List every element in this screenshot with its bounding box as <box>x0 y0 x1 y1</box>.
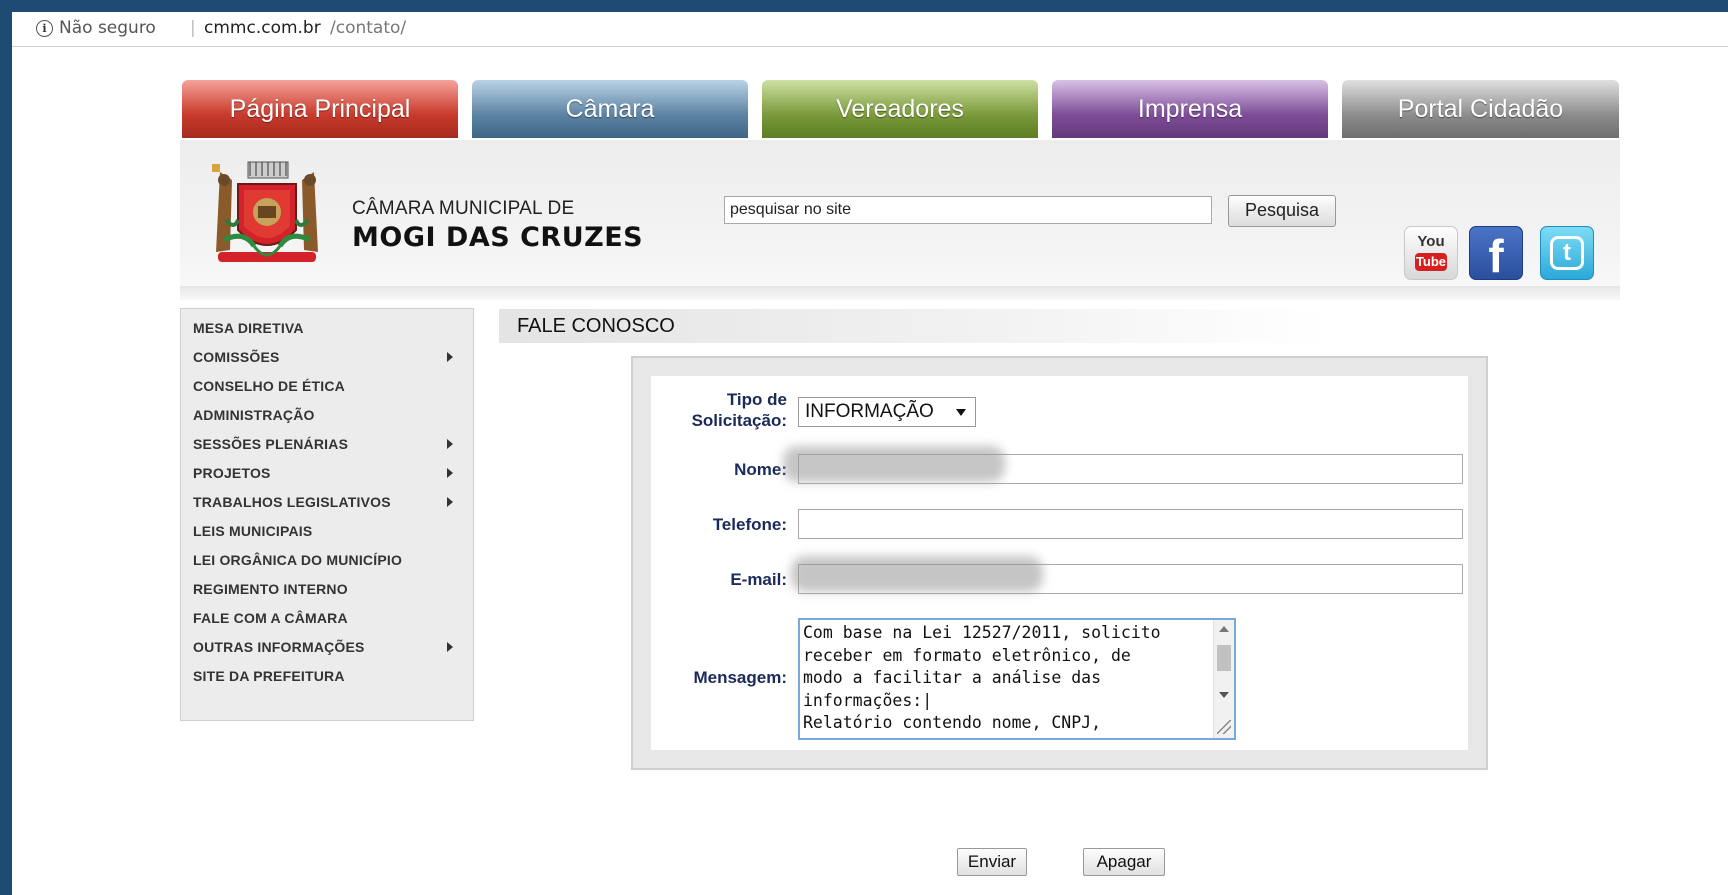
browser-window: i Não seguro | cmmc.com.br /contato/ Pág… <box>12 12 1728 895</box>
telefone-field[interactable] <box>798 509 1463 539</box>
sidebar-item-label: PROJETOS <box>193 465 271 481</box>
page-title: FALE CONOSCO <box>517 315 675 337</box>
tipo-select[interactable]: INFORMAÇÃO <box>798 397 976 427</box>
submit-button[interactable]: Enviar <box>957 848 1027 876</box>
sidebar-item-label: SITE DA PREFEITURA <box>193 668 345 684</box>
sidebar-item-label: TRABALHOS LEGISLATIVOS <box>193 494 391 510</box>
tab-portal-cidadao[interactable]: Portal Cidadão <box>1342 80 1619 138</box>
sidebar-item-label: REGIMENTO INTERNO <box>193 581 348 597</box>
mensagem-label: Mensagem: <box>693 668 787 687</box>
scroll-down-icon[interactable] <box>1219 692 1229 698</box>
sidebar-item-label: FALE COM A CÂMARA <box>193 610 348 626</box>
tipo-label-line1: Tipo de <box>726 390 787 409</box>
sidebar-menu: MESA DIRETIVA COMISSÕES CONSELHO DE ÉTIC… <box>180 308 474 721</box>
youtube-icon[interactable]: You Tube <box>1404 226 1458 280</box>
institution-name-line1: CÂMARA MUNICIPAL DE <box>352 198 575 219</box>
main-nav: Página Principal Câmara Vereadores Impre… <box>182 80 1627 142</box>
tipo-select-value: INFORMAÇÃO <box>805 401 934 422</box>
site-header: CÂMARA MUNICIPAL DE MOGI DAS CRUZES pesq… <box>180 140 1620 300</box>
sidebar-item-comissoes[interactable]: COMISSÕES <box>193 344 463 370</box>
email-label: E-mail: <box>730 570 787 589</box>
reset-button[interactable]: Apagar <box>1083 848 1165 876</box>
mensagem-textarea[interactable]: Com base na Lei 12527/2011, solicito rec… <box>798 618 1236 740</box>
url-path[interactable]: /contato/ <box>330 18 406 38</box>
sidebar-item-lei-organica[interactable]: LEI ORGÂNICA DO MUNICÍPIO <box>193 547 463 573</box>
submenu-arrow-icon <box>447 468 453 478</box>
address-bar[interactable]: i Não seguro | cmmc.com.br /contato/ <box>12 12 1728 47</box>
search-button[interactable]: Pesquisa <box>1228 195 1336 227</box>
security-label[interactable]: Não seguro <box>59 18 156 38</box>
contact-form: Tipo de Solicitação: INFORMAÇÃO Nome: Te… <box>631 356 1488 770</box>
sidebar-item-sessoes-plenarias[interactable]: SESSÕES PLENÁRIAS <box>193 431 463 457</box>
textarea-scrollbar[interactable] <box>1213 620 1234 738</box>
facebook-icon[interactable]: f <box>1469 226 1523 282</box>
youtube-tube-label: Tube <box>1415 253 1447 271</box>
sidebar-item-label: SESSÕES PLENÁRIAS <box>193 436 349 452</box>
tab-vereadores[interactable]: Vereadores <box>762 80 1038 138</box>
sidebar-item-outras-informacoes[interactable]: OUTRAS INFORMAÇÕES <box>193 634 463 660</box>
sidebar-item-label: MESA DIRETIVA <box>193 320 304 336</box>
telefone-label: Telefone: <box>712 515 787 534</box>
redacted-email <box>791 556 1043 592</box>
chevron-down-icon <box>956 409 966 416</box>
scroll-up-icon[interactable] <box>1219 626 1229 632</box>
sidebar-item-label: OUTRAS INFORMAÇÕES <box>193 639 365 655</box>
submenu-arrow-icon <box>447 439 453 449</box>
sidebar-item-fale-com-a-camara[interactable]: FALE COM A CÂMARA <box>193 605 463 631</box>
address-separator: | <box>190 18 196 38</box>
url-domain[interactable]: cmmc.com.br <box>204 18 321 38</box>
sidebar-item-label: LEI ORGÂNICA DO MUNICÍPIO <box>193 552 403 568</box>
institution-name-line2: MOGI DAS CRUZES <box>352 222 644 253</box>
tab-camara[interactable]: Câmara <box>472 80 748 138</box>
nome-label: Nome: <box>734 460 787 479</box>
tab-pagina-principal[interactable]: Página Principal <box>182 80 458 138</box>
search-input[interactable]: pesquisar no site <box>724 196 1212 224</box>
sidebar-item-conselho-de-etica[interactable]: CONSELHO DE ÉTICA <box>193 373 463 399</box>
sidebar-item-label: LEIS MUNICIPAIS <box>193 523 313 539</box>
mensagem-text: Com base na Lei 12527/2011, solicito rec… <box>803 623 1161 732</box>
youtube-you-label: You <box>1417 233 1445 250</box>
twitter-icon[interactable]: t <box>1540 226 1594 280</box>
tipo-label-line2: Solicitação: <box>691 411 787 430</box>
resize-grip-icon[interactable] <box>1217 720 1231 734</box>
twitter-glyph: t <box>1550 236 1584 270</box>
sidebar-item-label: CONSELHO DE ÉTICA <box>193 378 345 394</box>
scroll-thumb[interactable] <box>1217 645 1231 671</box>
sidebar-item-mesa-diretiva[interactable]: MESA DIRETIVA <box>193 315 463 341</box>
sidebar-item-label: ADMINISTRAÇÃO <box>193 407 315 423</box>
sidebar-item-administracao[interactable]: ADMINISTRAÇÃO <box>193 402 463 428</box>
submenu-arrow-icon <box>447 497 453 507</box>
submenu-arrow-icon <box>447 352 453 362</box>
sidebar-item-leis-municipais[interactable]: LEIS MUNICIPAIS <box>193 518 463 544</box>
sidebar-item-site-da-prefeitura[interactable]: SITE DA PREFEITURA <box>193 663 463 689</box>
page-title-bar: FALE CONOSCO <box>499 309 1329 343</box>
info-icon[interactable]: i <box>36 20 53 37</box>
coat-of-arms-logo[interactable] <box>204 160 330 272</box>
tab-imprensa[interactable]: Imprensa <box>1052 80 1328 138</box>
sidebar-item-trabalhos-legislativos[interactable]: TRABALHOS LEGISLATIVOS <box>193 489 463 515</box>
redacted-name <box>783 446 1005 482</box>
header-shadow <box>180 286 1620 300</box>
contact-form-inner: Tipo de Solicitação: INFORMAÇÃO Nome: Te… <box>651 376 1468 750</box>
sidebar-item-regimento-interno[interactable]: REGIMENTO INTERNO <box>193 576 463 602</box>
submenu-arrow-icon <box>447 642 453 652</box>
sidebar-item-projetos[interactable]: PROJETOS <box>193 460 463 486</box>
sidebar-item-label: COMISSÕES <box>193 349 280 365</box>
